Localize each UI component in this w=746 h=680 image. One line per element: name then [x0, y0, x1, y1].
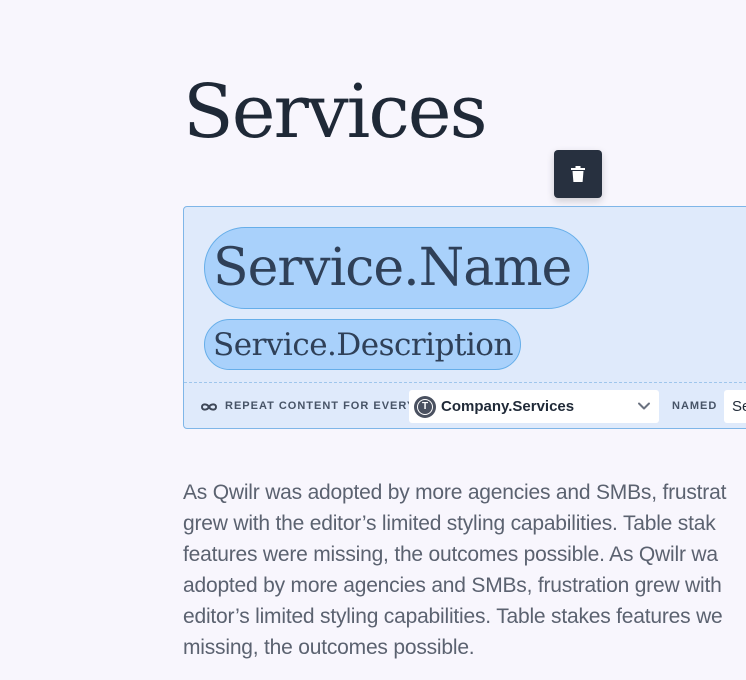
body-line: As Qwilr was adopted by more agencies an… [183, 481, 727, 504]
repeat-content-block[interactable]: Service.Name Service.Description REPEAT … [183, 206, 746, 429]
trash-icon [571, 166, 585, 182]
service-description-token[interactable]: Service.Description [204, 319, 521, 370]
service-name-token[interactable]: Service.Name [204, 227, 589, 309]
infinity-icon [200, 403, 218, 411]
body-line: missing, the outcomes possible. [183, 636, 475, 659]
repeat-settings-bar: REPEAT CONTENT FOR EVERY T Company.Servi… [184, 382, 746, 428]
named-label: NAMED [672, 400, 718, 412]
body-line: adopted by more agencies and SMBs, frust… [183, 574, 722, 597]
body-paragraph[interactable]: As Qwilr was adopted by more agencies an… [183, 477, 746, 663]
body-line: features were missing, the outcomes poss… [183, 543, 718, 566]
repeat-source-value: Company.Services [441, 398, 575, 415]
chevron-down-icon [638, 402, 650, 410]
repeat-label: REPEAT CONTENT FOR EVERY [225, 400, 416, 412]
t-circle-icon: T [414, 395, 436, 418]
body-line: grew with the editor’s limited styling c… [183, 512, 716, 535]
page-canvas: Services Service.Name Service.Descriptio… [0, 0, 746, 680]
repeat-source-select[interactable]: T Company.Services [409, 390, 659, 423]
body-line: editor’s limited styling capabilities. T… [183, 605, 723, 628]
page-title[interactable]: Services [183, 71, 488, 153]
item-name-input[interactable]: Se [724, 390, 746, 423]
delete-block-button[interactable] [554, 150, 602, 198]
